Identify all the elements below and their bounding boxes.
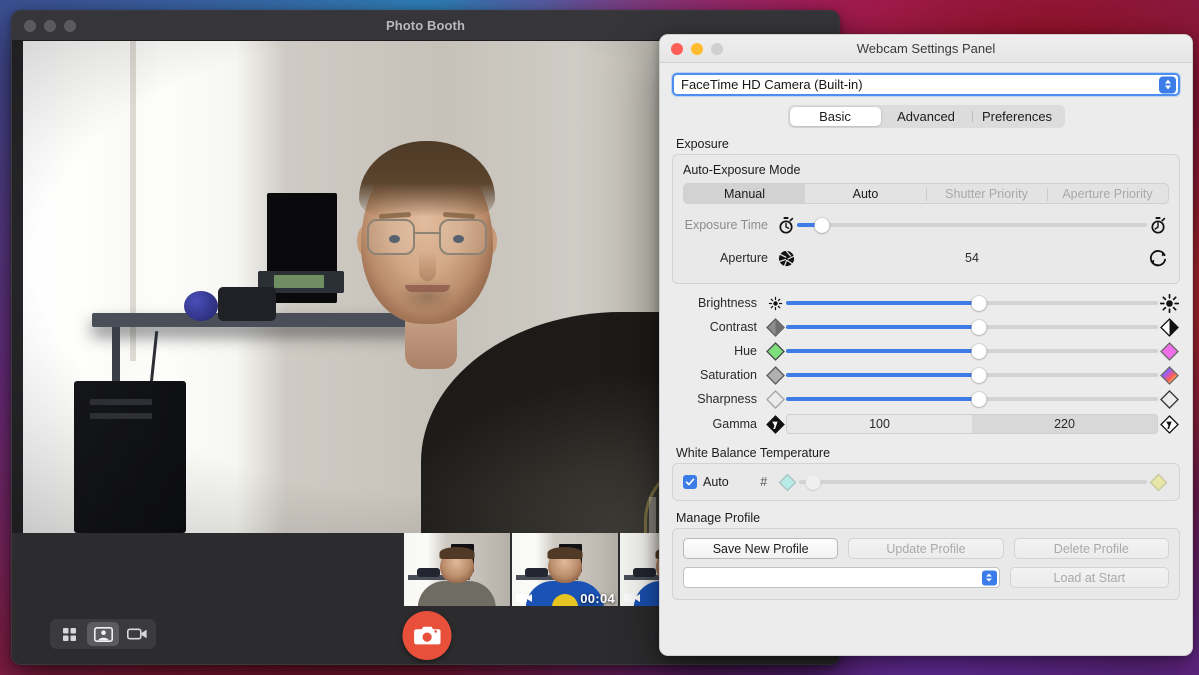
aperture-row: Aperture 54 bbox=[683, 243, 1169, 273]
large-sun-icon bbox=[1158, 293, 1180, 313]
panel-tabs[interactable]: Basic Advanced Preferences bbox=[787, 105, 1065, 128]
stopwatch-short-icon bbox=[775, 216, 797, 234]
grid-icon bbox=[62, 627, 76, 641]
camera-device-value: FaceTime HD Camera (Built-in) bbox=[681, 77, 863, 92]
tab-preferences[interactable]: Preferences bbox=[971, 107, 1063, 126]
aperture-open-icon[interactable] bbox=[1147, 249, 1169, 267]
white-balance-group-label: White Balance Temperature bbox=[676, 446, 831, 460]
brightness-label: Brightness bbox=[697, 296, 757, 310]
outline-diamond-icon bbox=[1158, 389, 1180, 409]
shutter-button[interactable] bbox=[402, 611, 451, 660]
exposure-time-slider[interactable] bbox=[797, 215, 1147, 235]
exposure-mode-shutter-priority: Shutter Priority bbox=[926, 184, 1047, 203]
exposure-mode-auto[interactable]: Auto bbox=[805, 184, 926, 203]
tab-basic[interactable]: Basic bbox=[789, 107, 881, 126]
gamma-label: Gamma bbox=[712, 417, 757, 431]
load-at-start-button: Load at Start bbox=[1009, 567, 1169, 588]
close-button[interactable] bbox=[24, 19, 36, 32]
gamma-value-switcher[interactable]: 100 220 bbox=[786, 414, 1158, 434]
contrast-row: Contrast bbox=[672, 315, 1180, 339]
maximize-button[interactable] bbox=[64, 19, 76, 32]
photo-booth-title: Photo Booth bbox=[385, 18, 466, 33]
hue-slider[interactable] bbox=[786, 341, 1158, 361]
small-sun-icon bbox=[764, 296, 786, 311]
panel-titlebar[interactable]: Webcam Settings Panel bbox=[660, 35, 1192, 63]
exposure-mode-manual[interactable]: Manual bbox=[684, 184, 805, 203]
white-balance-auto-label: Auto bbox=[703, 475, 729, 489]
sharpness-label: Sharpness bbox=[697, 392, 757, 406]
tab-advanced[interactable]: Advanced bbox=[881, 107, 972, 126]
exposure-mode-aperture-priority: Aperture Priority bbox=[1047, 184, 1168, 203]
camera-icon bbox=[413, 626, 440, 645]
video-camera-icon bbox=[624, 594, 640, 602]
magenta-diamond-icon bbox=[1158, 341, 1180, 361]
thumbnail-badge: 00:04 bbox=[580, 591, 615, 606]
warm-diamond-icon bbox=[1147, 473, 1169, 492]
gray-diamond-icon bbox=[764, 365, 786, 385]
auto-exposure-mode-label: Auto-Exposure Mode bbox=[683, 163, 801, 177]
rainbow-diamond-icon bbox=[1158, 365, 1180, 385]
contrast-label: Contrast bbox=[709, 320, 757, 334]
saturation-label: Saturation bbox=[700, 368, 757, 382]
exposure-group-label: Exposure bbox=[676, 137, 729, 151]
gray-diamond-icon bbox=[764, 317, 786, 337]
white-balance-group: White Balance Temperature Auto # bbox=[672, 446, 1180, 501]
list-item[interactable]: 00:04 bbox=[512, 533, 620, 608]
video-camera-icon bbox=[516, 594, 532, 602]
manage-profile-group: Manage Profile Save New Profile Update P… bbox=[672, 511, 1180, 600]
chevron-updown-icon[interactable] bbox=[981, 570, 997, 585]
saturation-row: Saturation bbox=[672, 363, 1180, 387]
exposure-time-row: Exposure Time bbox=[683, 213, 1169, 237]
webcam-settings-panel-window: Webcam Settings Panel FaceTime HD Camera… bbox=[659, 34, 1193, 656]
exposure-time-label: Exposure Time bbox=[684, 218, 768, 232]
gamma-value-100[interactable]: 100 bbox=[787, 415, 972, 433]
contrast-slider[interactable] bbox=[786, 317, 1158, 337]
gamma-value-220[interactable]: 220 bbox=[972, 415, 1157, 433]
capture-mode-switcher[interactable] bbox=[50, 619, 156, 649]
four-up-mode-button[interactable] bbox=[53, 622, 85, 646]
chevron-updown-icon[interactable] bbox=[1159, 76, 1176, 93]
outline-diamond-icon bbox=[764, 389, 786, 409]
portrait-icon bbox=[93, 626, 113, 642]
cool-diamond-icon bbox=[777, 473, 799, 492]
green-diamond-icon bbox=[764, 341, 786, 361]
white-balance-auto-checkbox[interactable] bbox=[683, 475, 697, 489]
camera-device-select[interactable]: FaceTime HD Camera (Built-in) bbox=[672, 73, 1180, 96]
video-camera-icon bbox=[126, 628, 147, 640]
gamma-dark-icon bbox=[764, 414, 786, 434]
exposure-group: Exposure Auto-Exposure Mode Manual Auto … bbox=[672, 137, 1180, 284]
aperture-label: Aperture bbox=[720, 251, 768, 265]
list-item[interactable] bbox=[404, 533, 512, 608]
movie-mode-button[interactable] bbox=[121, 622, 153, 646]
auto-exposure-mode-switcher[interactable]: Manual Auto Shutter Priority Aperture Pr… bbox=[683, 183, 1169, 204]
sharpness-row: Sharpness bbox=[672, 387, 1180, 411]
white-balance-slider[interactable] bbox=[798, 472, 1147, 492]
update-profile-button: Update Profile bbox=[848, 538, 1004, 559]
brightness-row: Brightness bbox=[672, 291, 1180, 315]
stopwatch-long-icon bbox=[1147, 216, 1169, 234]
minimize-button[interactable] bbox=[44, 19, 56, 32]
photo-booth-traffic-lights[interactable] bbox=[24, 19, 76, 32]
hue-row: Hue bbox=[672, 339, 1180, 363]
white-balance-row: Auto # bbox=[683, 471, 1169, 493]
gamma-row: Gamma 100 220 bbox=[672, 411, 1180, 437]
aperture-icon bbox=[775, 250, 797, 267]
delete-profile-button: Delete Profile bbox=[1013, 538, 1169, 559]
sharpness-slider[interactable] bbox=[786, 389, 1158, 409]
still-photo-mode-button[interactable] bbox=[87, 622, 119, 646]
saturation-slider[interactable] bbox=[786, 365, 1158, 385]
hue-label: Hue bbox=[734, 344, 757, 358]
brightness-slider[interactable] bbox=[786, 293, 1158, 313]
contrast-diamond-icon bbox=[1158, 317, 1180, 337]
desktop-wallpaper: Photo Booth 00:04 Webcam Settings Panel … bbox=[0, 0, 1199, 675]
aperture-value: 54 bbox=[965, 251, 979, 265]
save-new-profile-button[interactable]: Save New Profile bbox=[683, 538, 839, 559]
hash-icon: # bbox=[760, 475, 768, 489]
panel-title: Webcam Settings Panel bbox=[856, 41, 996, 56]
profile-name-combobox[interactable] bbox=[683, 567, 1000, 588]
manage-profile-group-label: Manage Profile bbox=[676, 511, 761, 525]
image-adjustments-group: Brightness Contrast Hue Saturation Sharp… bbox=[672, 291, 1180, 437]
gamma-light-icon bbox=[1158, 414, 1180, 434]
